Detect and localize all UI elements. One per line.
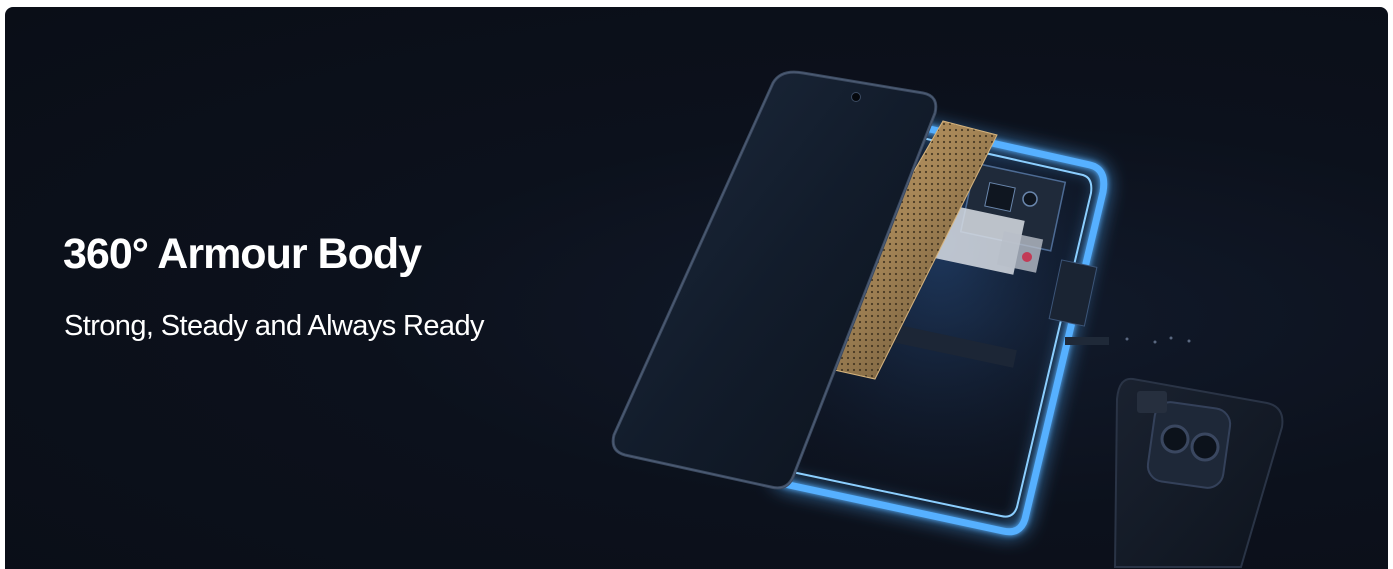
back-cover xyxy=(1113,377,1284,568)
banner-title: 360° Armour Body xyxy=(63,230,422,278)
small-components xyxy=(1065,336,1191,345)
exploded-phone-illustration xyxy=(611,70,1284,568)
banner-subtitle: Strong, Steady and Always Ready xyxy=(64,310,484,342)
armour-body-banner: 360° Armour Body Strong, Steady and Alwa… xyxy=(5,7,1388,569)
